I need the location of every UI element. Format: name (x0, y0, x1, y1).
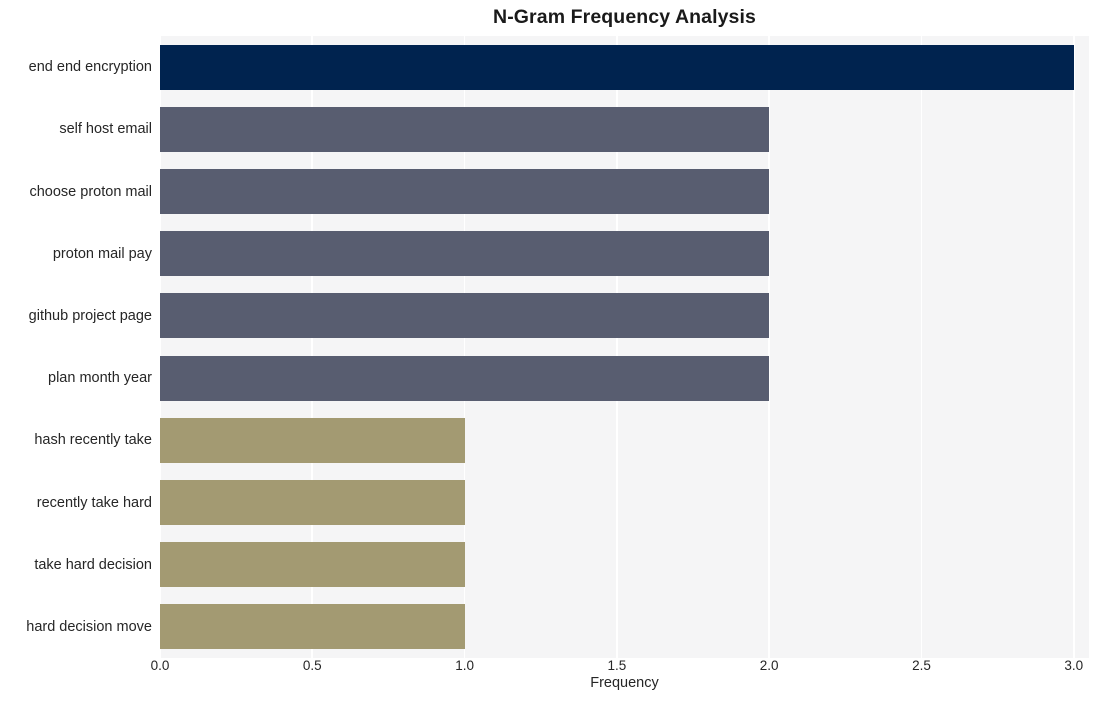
y-axis-tick-label: choose proton mail (29, 183, 152, 200)
bar[interactable] (160, 480, 465, 525)
y-axis-tick-label: github project page (28, 307, 152, 324)
chart-figure: N-Gram Frequency Analysis end end encryp… (0, 0, 1099, 701)
y-axis-tick-labels: end end encryption self host email choose … (0, 36, 152, 658)
x-axis-tick-label: 1.5 (607, 658, 627, 673)
page-title: N-Gram Frequency Analysis (493, 6, 756, 28)
x-axis-tick-label: 2.5 (912, 658, 931, 673)
bar[interactable] (160, 542, 465, 588)
y-axis-tick-label: recently take hard (36, 494, 152, 511)
gridline-x-3.0 (1072, 36, 1075, 658)
y-axis-tick-label: hard decision move (26, 618, 152, 635)
bar[interactable] (160, 604, 465, 650)
y-axis-tick-label: end end encryption (28, 59, 152, 76)
gridline-x-2.5 (920, 36, 923, 658)
bar[interactable] (160, 355, 770, 401)
x-axis-tick-label: 3.0 (1064, 658, 1084, 673)
y-axis-tick-label: plan month year (48, 370, 152, 387)
x-axis-tick-label: 0.5 (302, 658, 322, 673)
bar[interactable] (160, 44, 1074, 90)
y-axis-tick-label: hash recently take (34, 432, 152, 449)
bar[interactable] (160, 106, 770, 152)
plot-area (160, 36, 1089, 658)
x-axis-tick-label: 2.0 (759, 658, 779, 673)
y-axis-tick-label: self host email (59, 121, 152, 138)
x-axis-title: Frequency (590, 675, 659, 691)
bar[interactable] (160, 231, 770, 277)
x-axis-tick-label: 1.0 (455, 658, 474, 673)
y-axis-tick-label: proton mail pay (52, 245, 152, 262)
bar[interactable] (160, 417, 465, 463)
bar[interactable] (160, 293, 770, 339)
y-axis-tick-label: take hard decision (34, 556, 152, 573)
x-axis-tick-label: 0.0 (150, 658, 170, 673)
bar[interactable] (160, 169, 770, 214)
